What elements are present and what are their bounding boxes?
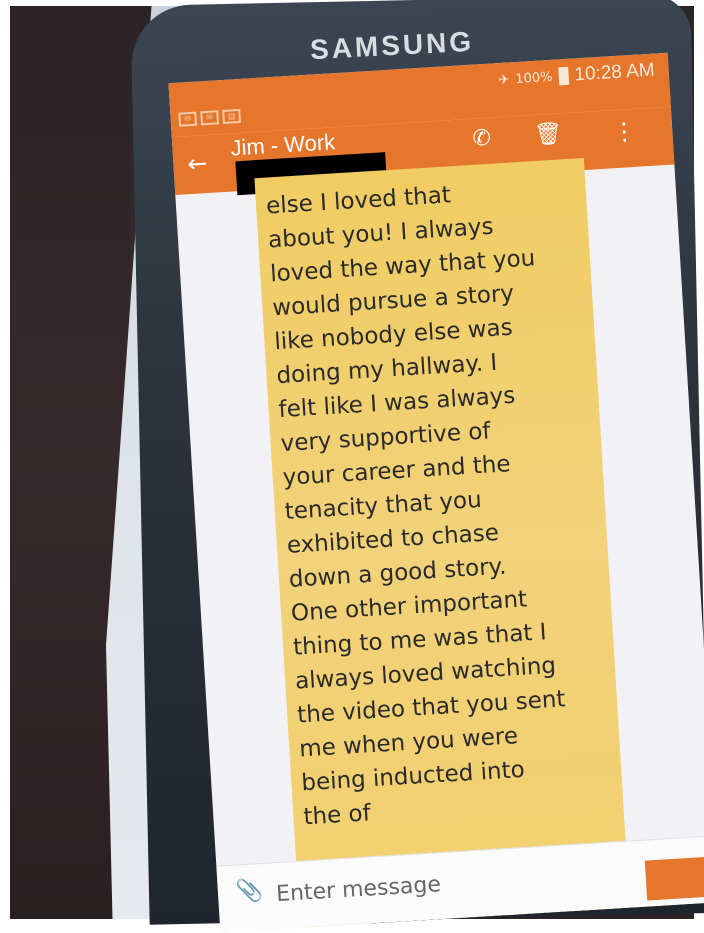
arrow-left-icon[interactable]: ← — [187, 149, 209, 178]
calendar-icon: ▤ — [222, 108, 242, 125]
message-text: else I loved that about you! I always lo… — [265, 182, 567, 831]
notification-icons: ✉ ✉ ▤ — [178, 108, 242, 127]
status-right: ✈ 100% 10:28 AM — [498, 60, 655, 92]
paperclip-icon[interactable]: 📎 — [235, 878, 264, 905]
message-bubble: else I loved that about you! I always lo… — [254, 158, 631, 933]
airplane-icon: ✈ — [498, 71, 510, 88]
phone-screen: ✉ ✉ ▤ ✈ 100% 10:28 AM ← Jim - Work ✆ 🗑 ⋮… — [168, 52, 704, 933]
battery-percent: 100% — [514, 69, 553, 87]
message-input[interactable] — [273, 856, 609, 912]
more-vert-icon[interactable]: ⋮ — [611, 117, 637, 146]
clock: 10:28 AM — [573, 59, 656, 86]
phone-icon[interactable]: ✆ — [472, 126, 492, 152]
mail-icon: ✉ — [200, 110, 220, 126]
battery-icon — [557, 66, 570, 86]
send-button[interactable] — [644, 856, 704, 901]
trash-icon[interactable]: 🗑 — [534, 121, 563, 148]
mail-icon: ✉ — [178, 111, 198, 127]
